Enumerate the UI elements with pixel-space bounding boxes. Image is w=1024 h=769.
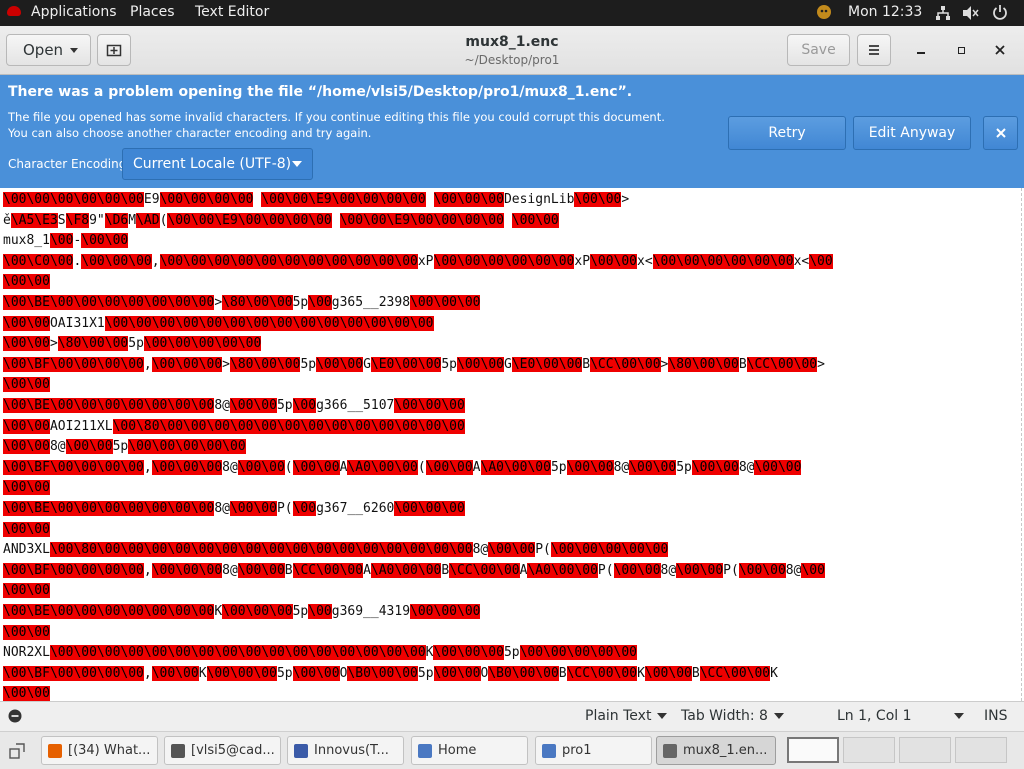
close-icon	[995, 128, 1006, 138]
chevron-down-icon	[773, 713, 784, 719]
taskbar-item-label: [vlsi5@cad...	[191, 743, 275, 758]
text-editor-app-menu[interactable]: Text Editor	[195, 4, 269, 20]
show-desktop-icon[interactable]	[9, 743, 25, 763]
tab-width-selector[interactable]: Tab Width: 8	[681, 708, 784, 724]
clock[interactable]: Mon 12:33	[848, 4, 922, 20]
taskbar-item[interactable]: Innovus(T...	[287, 736, 404, 765]
text-line: \00\BF\00\00\00\00,\00\00\00>\80\00\005p…	[3, 356, 825, 372]
text-line: \00\00\00\00\00\00E9\00\00\00\00 \00\00\…	[3, 192, 630, 207]
infobar-title: There was a problem opening the file “/h…	[8, 84, 633, 100]
text-line: \00\BE\00\00\00\00\00\00\00>\80\00\005p\…	[3, 295, 481, 310]
header-bar: Open mux8_1.enc ~/Desktop/pro1 Save	[0, 26, 1024, 75]
save-button[interactable]: Save	[787, 34, 850, 66]
chevron-down-icon	[953, 713, 964, 719]
taskbar-item[interactable]: [vlsi5@cad...	[164, 736, 281, 765]
maximize-button[interactable]	[947, 36, 975, 64]
volume-icon[interactable]	[962, 5, 980, 25]
text-editor-icon	[663, 743, 677, 758]
tab-width-label: Tab Width: 8	[681, 708, 768, 724]
cursor-position-label: Ln 1, Col 1	[837, 708, 912, 724]
places-menu[interactable]: Places	[130, 4, 175, 20]
minimize-icon	[917, 52, 925, 54]
language-label: Plain Text	[585, 708, 652, 724]
text-line: \00\BE\00\00\00\00\00\00\00K\00\00\005p\…	[3, 604, 481, 619]
panel-toggle-icon[interactable]	[8, 709, 22, 727]
file-manager-icon	[418, 743, 432, 758]
taskbar-item[interactable]: pro1	[535, 736, 652, 765]
taskbar-item-label: Home	[438, 743, 477, 758]
text-line: \00\BE\00\00\00\00\00\00\008@\00\00P(\00…	[3, 501, 465, 516]
right-margin-line	[1021, 188, 1022, 701]
character-encoding-value: Current Locale (UTF-8)	[133, 156, 292, 172]
text-line: \00\008@\00\005p\00\00\00\00\00	[3, 439, 246, 455]
text-line: \00\00	[3, 521, 50, 537]
text-line: mux8_1\00-\00\00	[3, 233, 129, 249]
text-line: \00\BE\00\00\00\00\00\00\008@\00\005p\00…	[3, 398, 465, 413]
close-icon	[995, 45, 1005, 55]
taskbar-item[interactable]: Home	[411, 736, 528, 765]
window-list-bar: [(34) What... [vlsi5@cad... Innovus(T... Ho…	[0, 731, 1024, 769]
character-encoding-label: Character Encoding:	[8, 157, 131, 171]
language-selector[interactable]: Plain Text	[585, 708, 668, 724]
text-line: \00\00	[3, 624, 50, 640]
infobar-close-button[interactable]	[983, 116, 1018, 150]
insert-mode-indicator: INS	[984, 708, 1008, 724]
infobar-message-line-2: You can also choose another character en…	[8, 126, 372, 140]
text-line: AND3XL\00\80\00\00\00\00\00\00\00\00\00\…	[3, 542, 669, 558]
taskbar-item[interactable]: mux8_1.en...	[656, 736, 776, 765]
text-line: \00\00	[3, 274, 50, 290]
terminal-icon	[171, 743, 185, 758]
character-encoding-dropdown[interactable]: Current Locale (UTF-8)	[122, 148, 313, 180]
cursor-position[interactable]: Ln 1, Col 1	[837, 708, 964, 724]
taskbar-item-label: [(34) What...	[68, 743, 151, 758]
text-line: \00\BF\00\00\00\00,\00\00\008@\00\00B\CC…	[3, 562, 825, 578]
text-line: \00\00	[3, 686, 50, 701]
infobar-message-line-1: The file you opened has some invalid cha…	[8, 110, 665, 124]
text-line: \00\BF\00\00\00\00,\00\00\008@\00\00(\00…	[3, 459, 802, 475]
innovus-window-icon	[294, 743, 308, 758]
text-line: \00\C0\00.\00\00\00,\00\00\00\00\00\00\0…	[3, 253, 833, 269]
taskbar-item-label: Innovus(T...	[314, 743, 389, 758]
workspace-3[interactable]	[899, 737, 951, 763]
retry-button[interactable]: Retry	[728, 116, 846, 150]
text-view[interactable]: \00\00\00\00\00\00E9\00\00\00\00 \00\00\…	[0, 188, 1024, 701]
top-panel: Applications Places Text Editor Mon 12:3…	[0, 0, 1024, 26]
firefox-icon	[48, 743, 62, 758]
maximize-icon	[957, 46, 965, 54]
text-line: \00\00>\80\00\005p\00\00\00\00\00	[3, 336, 262, 352]
invalid-characters-infobar: There was a problem opening the file “/h…	[0, 75, 1024, 188]
close-button[interactable]	[986, 36, 1014, 64]
workspace-2[interactable]	[843, 737, 895, 763]
menu-button[interactable]	[857, 34, 891, 66]
chevron-down-icon	[657, 713, 668, 719]
text-line: \00\00	[3, 583, 50, 599]
status-bar: Plain Text Tab Width: 8 Ln 1, Col 1 INS	[0, 701, 1024, 732]
text-line: NOR2XL\00\00\00\00\00\00\00\00\00\00\00\…	[3, 645, 637, 661]
hamburger-menu-icon	[869, 45, 879, 55]
edit-anyway-button[interactable]: Edit Anyway	[853, 116, 971, 150]
text-line: \00\00	[3, 480, 50, 496]
workspace-1[interactable]	[787, 737, 839, 763]
text-line: \00\00	[3, 377, 50, 393]
file-manager-icon	[542, 743, 556, 758]
taskbar-item[interactable]: [(34) What...	[41, 736, 158, 765]
text-line: \00\00AOI211XL\00\80\00\00\00\00\00\00\0…	[3, 418, 465, 434]
text-line: \00\00OAI31X1\00\00\00\00\00\00\00\00\00…	[3, 315, 434, 331]
network-icon[interactable]	[935, 5, 951, 25]
applications-menu[interactable]: Applications	[31, 4, 117, 20]
text-line: ě\A5\E3S\F89"\D6M\AD(\00\00\E9\00\00\00\…	[3, 212, 559, 228]
dropdown-arrow-icon	[292, 161, 302, 167]
taskbar-item-label: mux8_1.en...	[683, 743, 768, 758]
redhat-logo-icon[interactable]	[7, 6, 21, 16]
taskbar-item-label: pro1	[562, 743, 592, 758]
power-icon[interactable]	[992, 4, 1008, 24]
minimize-button[interactable]	[907, 36, 935, 64]
workspace-4[interactable]	[955, 737, 1007, 763]
weather-icon[interactable]	[816, 4, 832, 24]
text-line: \00\BF\00\00\00\00,\00\00K\00\00\005p\00…	[3, 665, 778, 681]
